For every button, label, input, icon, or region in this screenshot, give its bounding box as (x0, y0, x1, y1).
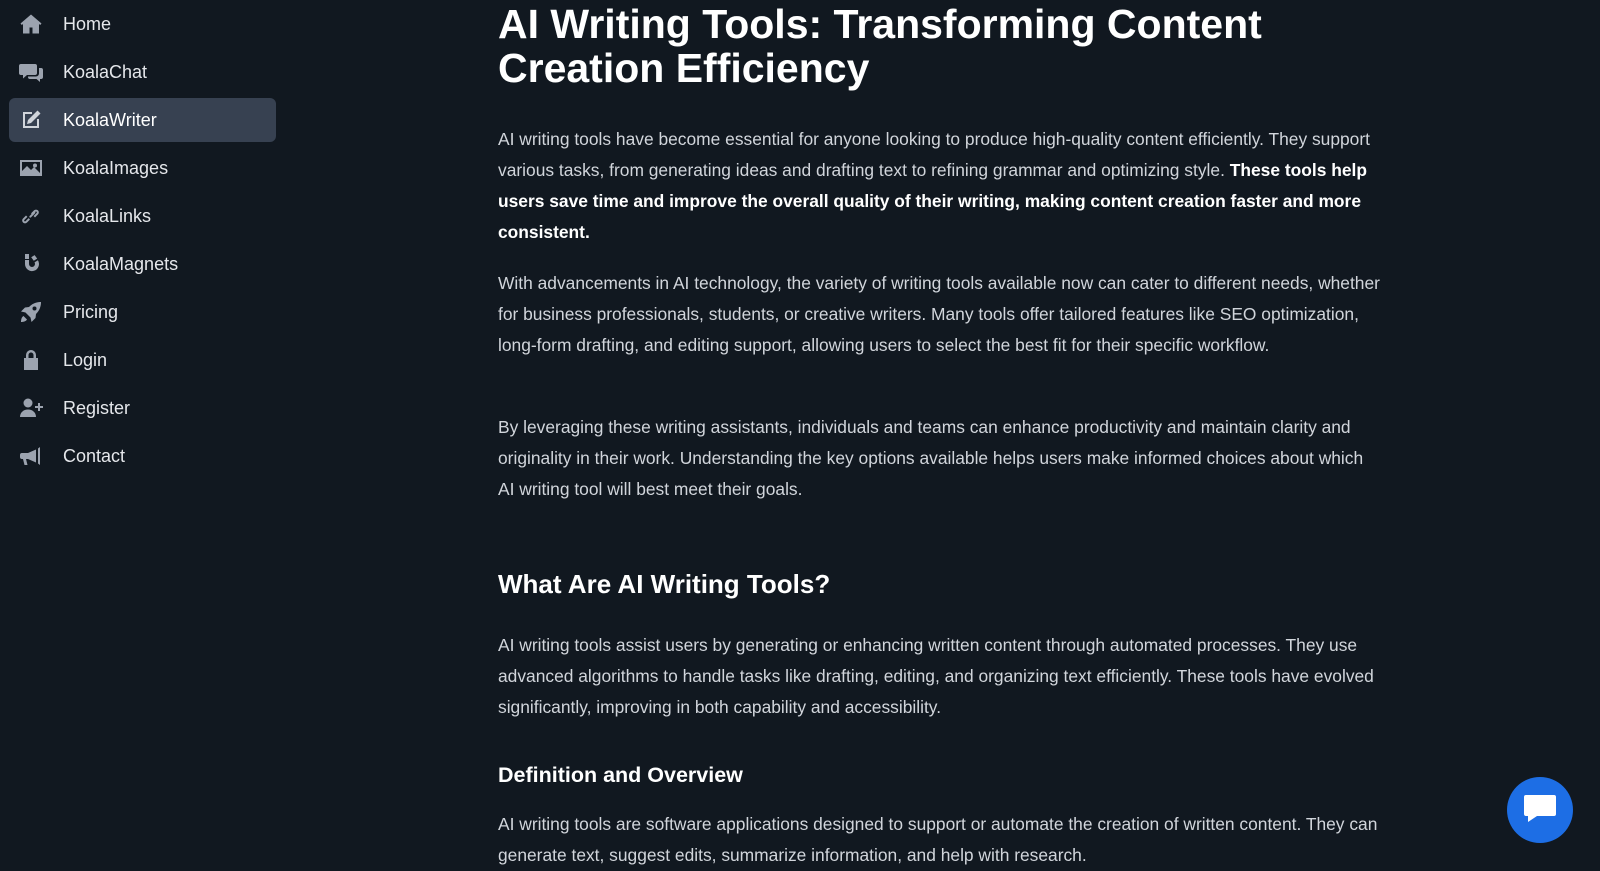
sidebar-item-koalachat[interactable]: KoalaChat (9, 50, 276, 94)
megaphone-icon (19, 444, 43, 468)
chat-bubble-icon (1523, 793, 1557, 828)
sidebar-item-label: Home (63, 14, 112, 34)
subsection-paragraph-1: AI writing tools are software applicatio… (498, 814, 1378, 865)
image-icon (19, 156, 43, 180)
intro-paragraph-1: AI writing tools have become essential f… (498, 124, 1383, 248)
sidebar-item-label: KoalaImages (63, 158, 169, 178)
magnet-icon (19, 252, 43, 276)
sidebar-item-pricing[interactable]: Pricing (9, 290, 276, 334)
sidebar-item-label: Login (63, 350, 108, 370)
sidebar: Home KoalaChat KoalaWriter KoalaImages K… (0, 0, 280, 866)
sidebar-item-register[interactable]: Register (9, 386, 276, 430)
sidebar-item-koalaimages[interactable]: KoalaImages (9, 146, 276, 190)
sidebar-item-label: KoalaChat (63, 62, 148, 82)
section-heading: What Are AI Writing Tools? (498, 569, 831, 599)
sidebar-item-login[interactable]: Login (9, 338, 276, 382)
page-title: AI Writing Tools: Transforming Content C… (498, 1, 1262, 91)
sidebar-item-home[interactable]: Home (9, 2, 276, 46)
sidebar-item-label: Pricing (63, 302, 119, 322)
subsection-heading: Definition and Overview (498, 763, 743, 787)
edit-icon (19, 108, 43, 132)
rocket-icon (19, 300, 43, 324)
chat-widget-button[interactable] (1507, 777, 1573, 843)
link-icon (19, 204, 43, 228)
chat-bubbles-icon (19, 60, 43, 84)
home-icon (19, 12, 43, 36)
sidebar-item-koalawriter[interactable]: KoalaWriter (9, 98, 276, 142)
user-plus-icon (19, 396, 43, 420)
sidebar-item-koalamagnets[interactable]: KoalaMagnets (9, 242, 276, 286)
sidebar-item-label: KoalaMagnets (63, 254, 179, 274)
sidebar-item-label: KoalaWriter (63, 110, 157, 130)
sidebar-item-label: Contact (63, 446, 126, 466)
section-paragraph-1: AI writing tools assist users by generat… (498, 635, 1374, 717)
sidebar-item-label: Register (63, 398, 131, 418)
sidebar-item-contact[interactable]: Contact (9, 434, 276, 478)
sidebar-item-koalalinks[interactable]: KoalaLinks (9, 194, 276, 238)
intro-paragraph-3: By leveraging these writing assistants, … (498, 417, 1364, 499)
sidebar-item-label: KoalaLinks (63, 206, 152, 226)
intro-paragraph-2: With advancements in AI technology, the … (498, 273, 1380, 355)
lock-icon (19, 348, 43, 372)
